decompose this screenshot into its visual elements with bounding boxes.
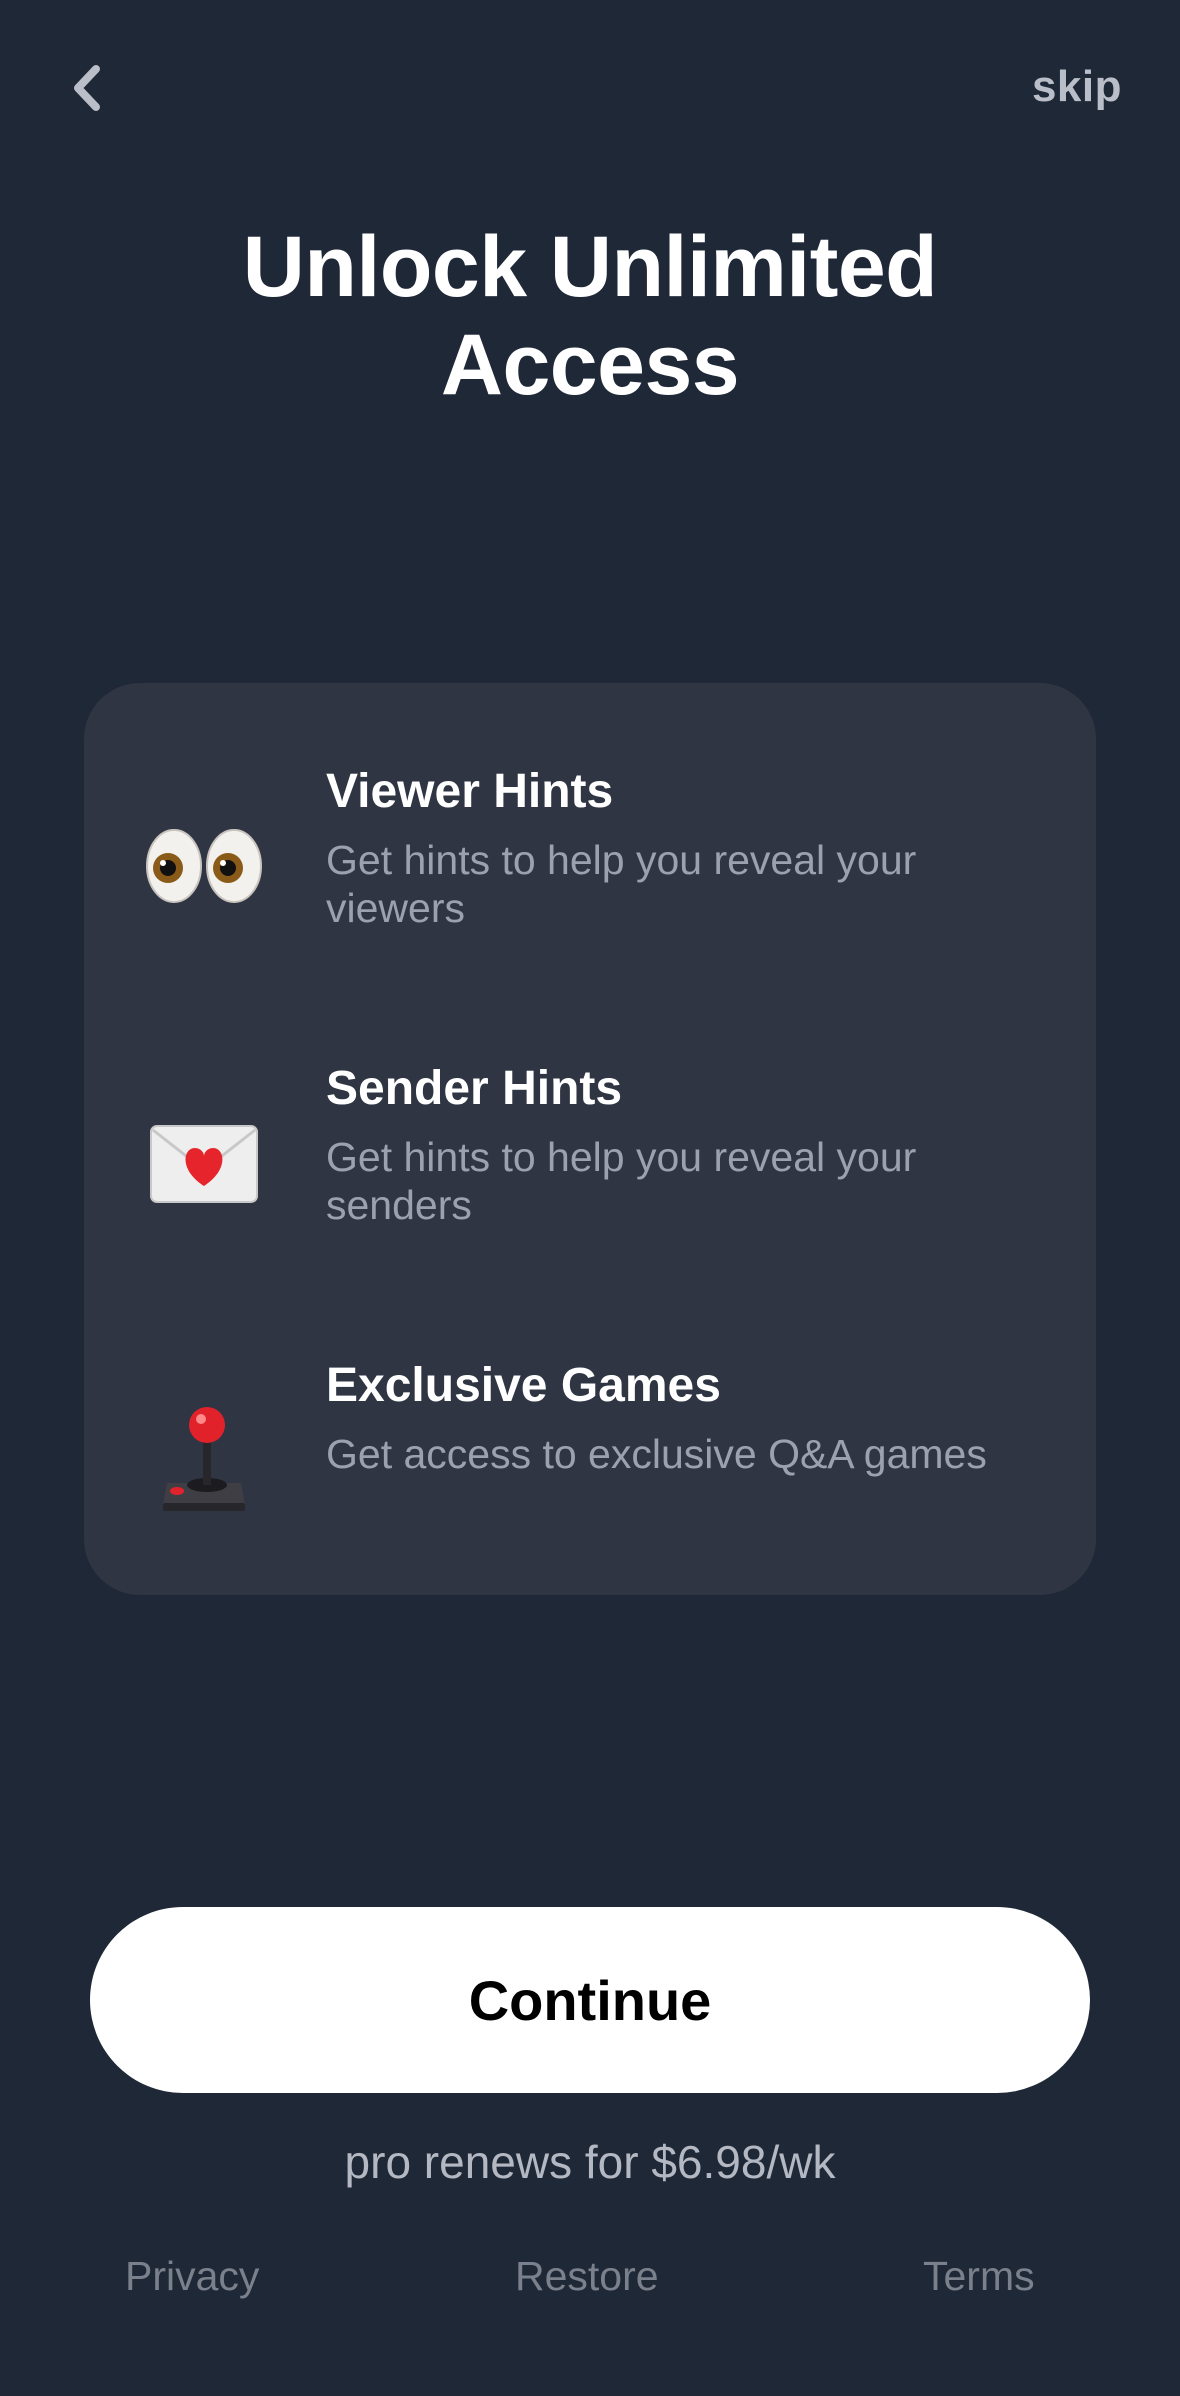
page-title-line-2: Access: [440, 317, 740, 413]
features-card: Viewer Hints Get hints to help you revea…: [84, 683, 1096, 1595]
feature-title: Sender Hints: [326, 1062, 623, 1115]
feature-description: Get hints to help you reveal your sender…: [326, 1134, 917, 1228]
joystick-icon: [144, 1400, 264, 1520]
feature-title: Exclusive Games: [326, 1359, 721, 1412]
chevron-left-icon: [74, 65, 100, 111]
skip-button[interactable]: skip: [1032, 62, 1122, 112]
feature-description: Get access to exclusive Q&A games: [326, 1431, 987, 1477]
feature-viewer-hints: Viewer Hints Get hints to help you revea…: [84, 758, 1096, 958]
page-title: Unlock Unlimited Access: [0, 218, 1180, 414]
feature-description: Get hints to help you reveal your viewer…: [326, 837, 917, 931]
feature-exclusive-games: Exclusive Games Get access to exclusive …: [84, 1352, 1096, 1552]
privacy-link[interactable]: Privacy: [125, 2253, 259, 2300]
page-title-line-1: Unlock Unlimited: [242, 219, 938, 315]
terms-link[interactable]: Terms: [923, 2253, 1035, 2300]
restore-link[interactable]: Restore: [515, 2253, 659, 2300]
eyes-icon: [144, 806, 264, 926]
feature-sender-hints: Sender Hints Get hints to help you revea…: [84, 1055, 1096, 1255]
renewal-price-text: pro renews for $6.98/wk: [344, 2136, 836, 2188]
love-letter-icon: [144, 1103, 264, 1223]
feature-title: Viewer Hints: [326, 765, 614, 818]
continue-button[interactable]: Continue: [90, 1907, 1090, 2093]
back-button[interactable]: [58, 56, 114, 120]
